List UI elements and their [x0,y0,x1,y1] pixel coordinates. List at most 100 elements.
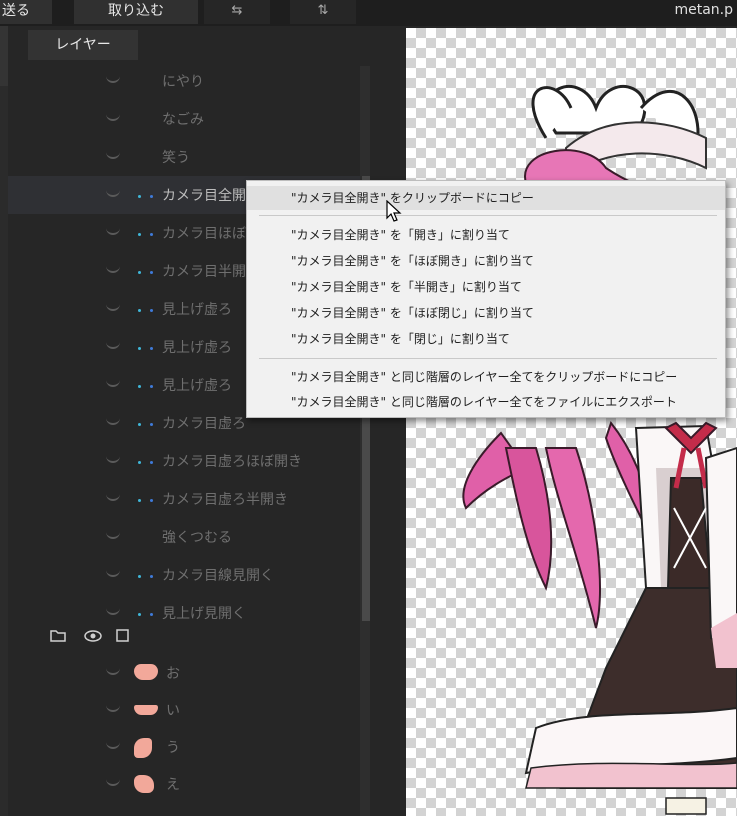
menu-separator [259,215,717,216]
visibility-icon[interactable] [106,776,120,786]
marker-dot-icon [138,271,141,274]
visibility-icon[interactable] [106,301,120,311]
layer-name: 見上げ虚ろ [162,302,232,318]
context-menu: "カメラ目全開き" をクリップボードにコピー "カメラ目全開き" を「開き」に割… [246,180,726,418]
marker-dot-icon [150,347,153,350]
character-illustration [462,84,737,815]
menu-item-copy-to-clipboard[interactable]: "カメラ目全開き" をクリップボードにコピー [247,186,725,210]
marker-dot-icon [138,385,141,388]
marker-dot-icon [138,233,141,236]
visibility-icon[interactable] [106,567,120,577]
layer-row[interactable]: 笑う [8,138,360,176]
layer-name: カメラ目虚ろほぼ開き [162,454,302,470]
layer-row[interactable]: カメラ目線見開く [8,556,360,594]
menu-separator [259,358,717,359]
marker-dot-icon [150,195,153,198]
layer-row[interactable]: カメラ目虚ろ半開き [8,480,360,518]
visibility-icon[interactable] [106,225,120,235]
folder-icon[interactable] [50,628,66,646]
marker-dot-icon [150,499,153,502]
visibility-icon[interactable] [106,263,120,273]
swap-vertical-icon[interactable]: ⇅ [290,0,356,24]
layer-name: お [166,666,180,682]
marker-dot-icon [138,309,141,312]
layer-name: い [166,703,180,719]
canvas-preview[interactable] [406,28,737,816]
layer-thumbnail [134,775,154,793]
cursor-icon [386,200,402,222]
tab-layers[interactable]: レイヤー [28,30,138,60]
layer-name: え [166,777,180,793]
send-button[interactable]: 送る [0,0,52,24]
marker-dot-icon [138,499,141,502]
menu-item-export-siblings[interactable]: "カメラ目全開き" と同じ階層のレイヤー全てをファイルにエクスポート [247,390,725,414]
visibility-icon[interactable] [106,605,120,615]
marker-dot-icon [150,423,153,426]
eye-icon[interactable] [84,628,102,646]
mouth-layer-row[interactable]: う [8,728,360,766]
layer-row[interactable]: にやり [8,62,360,100]
layer-name: なごみ [162,112,204,128]
marker-dot-icon [150,575,153,578]
layer-row[interactable]: なごみ [8,100,360,138]
layer-name: カメラ目線見開く [162,568,274,584]
marker-dot-icon [138,195,141,198]
visibility-icon[interactable] [106,415,120,425]
checkbox-icon[interactable] [116,628,129,646]
layer-thumbnail [134,705,158,715]
visibility-icon[interactable] [106,702,120,712]
marker-dot-icon [150,309,153,312]
visibility-icon[interactable] [106,665,120,675]
visibility-icon[interactable] [106,453,120,463]
visibility-icon[interactable] [106,529,120,539]
layer-name: う [166,740,180,756]
left-edge-tab [0,26,8,86]
top-toolbar: 送る 取り込む ⇆ ⇅ metan.p [0,0,737,26]
layer-row[interactable]: カメラ目虚ろほぼ開き [8,442,360,480]
layer-thumbnail [134,664,158,680]
visibility-icon[interactable] [106,73,120,83]
menu-item-assign-mostly-closed[interactable]: "カメラ目全開き" を「ほぼ閉じ」に割り当て [247,301,725,325]
visibility-icon[interactable] [106,339,120,349]
layer-thumbnail [134,738,152,758]
marker-dot-icon [150,461,153,464]
marker-dot-icon [138,461,141,464]
file-name: metan.p [674,2,733,18]
mouth-layer-row[interactable]: え [8,765,360,803]
marker-dot-icon [150,271,153,274]
import-button[interactable]: 取り込む [74,0,198,24]
menu-item-assign-half-open[interactable]: "カメラ目全開き" を「半開き」に割り当て [247,275,725,299]
marker-dot-icon [138,347,141,350]
visibility-icon[interactable] [106,187,120,197]
marker-dot-icon [150,613,153,616]
visibility-icon[interactable] [106,149,120,159]
mouth-layer-row[interactable]: お [8,654,360,692]
marker-dot-icon [150,233,153,236]
menu-item-assign-open[interactable]: "カメラ目全開き" を「開き」に割り当て [247,223,725,247]
layer-name: 強くつむる [162,530,232,546]
mouth-folder-row[interactable] [8,622,360,656]
visibility-icon[interactable] [106,739,120,749]
swap-horizontal-icon[interactable]: ⇆ [204,0,270,24]
mouth-layer-row[interactable]: い [8,691,360,729]
marker-dot-icon [150,385,153,388]
layer-row[interactable]: 強くつむる [8,518,360,556]
left-edge-strip [0,26,8,816]
marker-dot-icon [138,423,141,426]
menu-item-assign-closed[interactable]: "カメラ目全開き" を「閉じ」に割り当て [247,327,725,351]
marker-dot-icon [138,575,141,578]
menu-item-assign-mostly-open[interactable]: "カメラ目全開き" を「ほぼ開き」に割り当て [247,249,725,273]
layer-name: 笑う [162,150,190,166]
layer-name: 見上げ見開く [162,606,246,622]
marker-dot-icon [138,613,141,616]
layer-panel: レイヤー にやり なごみ 笑う カメラ目全開き カメラ目ほぼ開き カメラ目半開き 見上げ虚ろ… [8,26,370,816]
visibility-icon[interactable] [106,491,120,501]
visibility-icon[interactable] [106,111,120,121]
layer-name: カメラ目虚ろ半開き [162,492,288,508]
visibility-icon[interactable] [106,377,120,387]
menu-item-copy-siblings[interactable]: "カメラ目全開き" と同じ階層のレイヤー全てをクリップボードにコピー [247,365,725,389]
layer-name: カメラ目虚ろ [162,416,246,432]
layer-name: 見上げ虚ろ [162,340,232,356]
layer-name: 見上げ虚ろ [162,378,232,394]
layer-name: にやり [162,74,204,90]
